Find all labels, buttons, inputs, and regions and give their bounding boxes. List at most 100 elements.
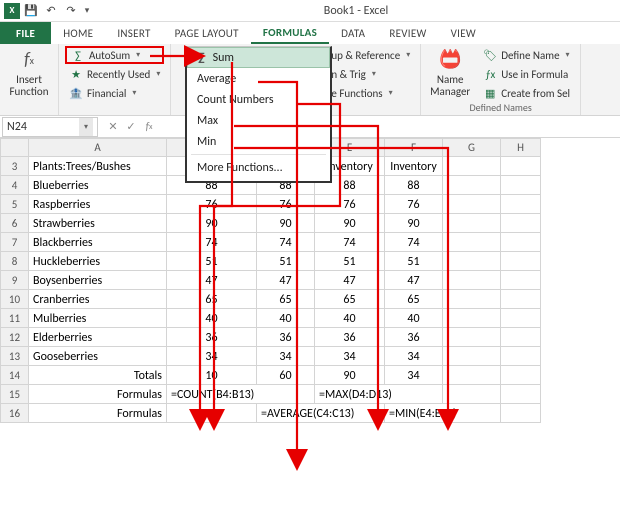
- cell[interactable]: 51: [385, 252, 443, 271]
- select-all-corner[interactable]: [1, 139, 29, 157]
- cell[interactable]: [501, 176, 541, 195]
- qat-customize-dropdown[interactable]: ▾: [82, 2, 92, 20]
- cell[interactable]: 74: [315, 233, 385, 252]
- cell[interactable]: =AVERAGE(C4:C13): [257, 404, 385, 423]
- cell[interactable]: [501, 271, 541, 290]
- cell[interactable]: 47: [257, 271, 315, 290]
- dropdown-item-min[interactable]: Min: [187, 131, 330, 152]
- insert-function-button[interactable]: fx Insert Function: [6, 46, 52, 102]
- cell[interactable]: [443, 366, 501, 385]
- cell[interactable]: 34: [257, 347, 315, 366]
- cell[interactable]: 90: [167, 214, 257, 233]
- undo-button[interactable]: ↶: [42, 2, 60, 20]
- cell[interactable]: [501, 347, 541, 366]
- tab-review[interactable]: REVIEW: [377, 22, 438, 44]
- cell[interactable]: Mulberries: [29, 309, 167, 328]
- tab-home[interactable]: HOME: [51, 22, 105, 44]
- cell[interactable]: [501, 328, 541, 347]
- save-button[interactable]: 💾: [22, 2, 40, 20]
- dropdown-item-count-numbers[interactable]: Count Numbers: [187, 89, 330, 110]
- math-trig-button[interactable]: n & Trig▾: [327, 65, 414, 83]
- cell[interactable]: 36: [257, 328, 315, 347]
- cell[interactable]: 40: [385, 309, 443, 328]
- tab-data[interactable]: DATA: [329, 22, 377, 44]
- cell[interactable]: [443, 195, 501, 214]
- row-header[interactable]: 6: [1, 214, 29, 233]
- cell[interactable]: Cranberries: [29, 290, 167, 309]
- col-header[interactable]: G: [443, 139, 501, 157]
- cell[interactable]: 76: [257, 195, 315, 214]
- cell[interactable]: 36: [167, 328, 257, 347]
- cell[interactable]: [501, 385, 541, 404]
- cell[interactable]: [443, 252, 501, 271]
- cell[interactable]: [501, 233, 541, 252]
- dropdown-item-sum[interactable]: ∑Sum: [187, 47, 330, 68]
- cell[interactable]: 40: [257, 309, 315, 328]
- cell[interactable]: [443, 385, 501, 404]
- row-header[interactable]: 12: [1, 328, 29, 347]
- cell[interactable]: [501, 214, 541, 233]
- cell[interactable]: 40: [315, 309, 385, 328]
- cell[interactable]: 88: [385, 176, 443, 195]
- cell[interactable]: Plants:Trees/Bushes: [29, 157, 167, 176]
- row-header[interactable]: 10: [1, 290, 29, 309]
- tab-insert[interactable]: INSERT: [105, 22, 162, 44]
- cell[interactable]: 90: [315, 214, 385, 233]
- cell[interactable]: Elderberries: [29, 328, 167, 347]
- tab-page-layout[interactable]: PAGE LAYOUT: [163, 22, 251, 44]
- cell[interactable]: Huckleberries: [29, 252, 167, 271]
- cell[interactable]: Strawberries: [29, 214, 167, 233]
- dropdown-icon[interactable]: ▾: [79, 118, 93, 136]
- use-in-formula-button[interactable]: ƒx Use in Formula: [479, 65, 574, 83]
- tab-file[interactable]: FILE: [0, 22, 51, 44]
- cell[interactable]: =MAX(D4:D13): [315, 385, 443, 404]
- dropdown-item-max[interactable]: Max: [187, 110, 330, 131]
- cell[interactable]: Gooseberries: [29, 347, 167, 366]
- cell[interactable]: Blueberries: [29, 176, 167, 195]
- row-header[interactable]: 11: [1, 309, 29, 328]
- autosum-button[interactable]: ∑ AutoSum ▾: [65, 46, 164, 64]
- cell[interactable]: 74: [167, 233, 257, 252]
- cell[interactable]: 76: [167, 195, 257, 214]
- recently-used-button[interactable]: ★ Recently Used ▾: [65, 65, 164, 83]
- cell[interactable]: 34: [167, 347, 257, 366]
- cell[interactable]: [501, 252, 541, 271]
- dropdown-item-average[interactable]: Average: [187, 68, 330, 89]
- enter-button[interactable]: ✓: [122, 118, 140, 136]
- cell[interactable]: [443, 328, 501, 347]
- financial-button[interactable]: 🏦 Financial ▾: [65, 84, 164, 102]
- cell[interactable]: [443, 233, 501, 252]
- redo-button[interactable]: ↷: [62, 2, 80, 20]
- cell[interactable]: [501, 157, 541, 176]
- cell[interactable]: [443, 176, 501, 195]
- col-header[interactable]: H: [501, 139, 541, 157]
- row-header[interactable]: 8: [1, 252, 29, 271]
- col-header[interactable]: F: [385, 139, 443, 157]
- cell[interactable]: 51: [257, 252, 315, 271]
- create-from-selection-button[interactable]: ▦ Create from Sel: [479, 84, 574, 102]
- cell[interactable]: 36: [315, 328, 385, 347]
- fx-button[interactable]: fx: [140, 118, 158, 136]
- row-header[interactable]: 15: [1, 385, 29, 404]
- cell[interactable]: 10: [167, 366, 257, 385]
- tab-view[interactable]: VIEW: [439, 22, 488, 44]
- cell[interactable]: 36: [385, 328, 443, 347]
- cell[interactable]: 90: [315, 366, 385, 385]
- name-box[interactable]: N24 ▾: [2, 117, 98, 137]
- tab-formulas[interactable]: FORMULAS: [251, 22, 329, 44]
- row-header[interactable]: 7: [1, 233, 29, 252]
- cell[interactable]: [501, 309, 541, 328]
- cell[interactable]: [501, 404, 541, 423]
- cell[interactable]: [501, 195, 541, 214]
- cell[interactable]: 65: [167, 290, 257, 309]
- row-header[interactable]: 14: [1, 366, 29, 385]
- cell[interactable]: 90: [385, 214, 443, 233]
- cell[interactable]: =COUNT(B4:B13): [167, 385, 315, 404]
- cell[interactable]: [443, 214, 501, 233]
- cell[interactable]: Inventory: [385, 157, 443, 176]
- cell[interactable]: [443, 290, 501, 309]
- cell[interactable]: 47: [385, 271, 443, 290]
- cell[interactable]: 47: [315, 271, 385, 290]
- cell[interactable]: Formulas: [29, 404, 167, 423]
- cell[interactable]: 65: [257, 290, 315, 309]
